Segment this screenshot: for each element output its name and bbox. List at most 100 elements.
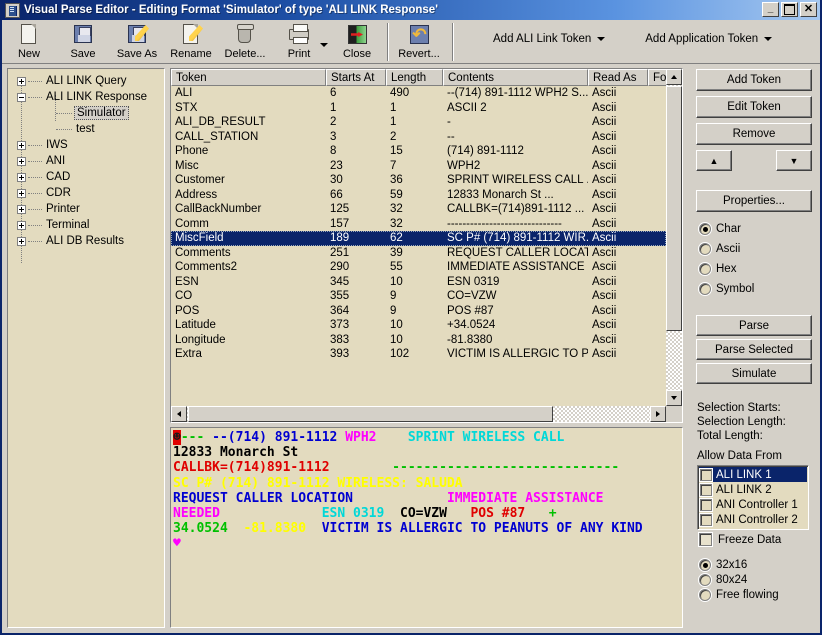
- checkbox-unchecked-icon[interactable]: [700, 468, 712, 481]
- move-up-button[interactable]: ▲: [696, 150, 732, 171]
- table-row[interactable]: Extra 393 102 VICTIM IS ALLERGIC TO P... Asc…: [171, 347, 666, 362]
- table-row[interactable]: CALL_STATION 3 2 -- Ascii: [171, 130, 666, 145]
- vscroll-thumb[interactable]: [666, 86, 682, 331]
- checkbox-unchecked-icon[interactable]: [700, 513, 712, 526]
- column-header-starts-at[interactable]: Starts At: [326, 69, 386, 86]
- tree-node-iws[interactable]: IWS: [8, 137, 164, 153]
- column-header-token[interactable]: Token: [171, 69, 326, 86]
- expander-plus-icon[interactable]: [17, 236, 26, 246]
- token-list-horizontal-scrollbar[interactable]: [171, 406, 666, 422]
- remove-button[interactable]: Remove: [696, 123, 812, 145]
- expander-plus-icon[interactable]: [17, 156, 26, 166]
- expander-plus-icon[interactable]: [17, 204, 26, 214]
- add-ali-link-token-menu[interactable]: Add ALI Link Token: [485, 28, 613, 50]
- radio-free-flowing[interactable]: Free flowing: [699, 589, 779, 601]
- expander-plus-icon[interactable]: [17, 76, 26, 86]
- table-row[interactable]: CallBackNumber 125 32 CALLBK=(714)891-1112 …: [171, 202, 666, 217]
- parse-button[interactable]: Parse: [696, 315, 812, 336]
- radio-32x16[interactable]: 32x16: [699, 559, 747, 571]
- minimize-button[interactable]: _: [762, 2, 779, 17]
- maximize-button[interactable]: [781, 2, 798, 17]
- table-row[interactable]: Longitude 383 10 -81.8380 Ascii: [171, 333, 666, 348]
- tree-node-printer[interactable]: Printer: [8, 201, 164, 217]
- table-row[interactable]: Address 66 59 12833 Monarch St ... Ascii: [171, 188, 666, 203]
- toolbar-rename-button[interactable]: Rename: [164, 22, 218, 64]
- token-list-rows[interactable]: ALI 6 490 --(714) 891-1112 WPH2 S... Ascii ST…: [171, 86, 666, 406]
- tree-node-terminal[interactable]: Terminal: [8, 217, 164, 233]
- tree-node-ali-link-response[interactable]: ALI LINK Response: [8, 89, 164, 105]
- radio-80x24[interactable]: 80x24: [699, 574, 747, 586]
- radio-symbol[interactable]: Symbol: [699, 283, 754, 295]
- expander-plus-icon[interactable]: [17, 172, 26, 182]
- properties-button[interactable]: Properties...: [696, 190, 812, 212]
- allow-data-item-ali-link-1[interactable]: ALI LINK 1: [699, 467, 807, 482]
- radio-hex[interactable]: Hex: [699, 263, 736, 275]
- tree-node-simulator[interactable]: Simulator: [8, 105, 164, 121]
- edit-token-button[interactable]: Edit Token: [696, 96, 812, 118]
- scroll-up-button[interactable]: [666, 69, 682, 85]
- move-down-button[interactable]: ▼: [776, 150, 812, 171]
- table-row[interactable]: Comm 157 32 ------------------------------ A…: [171, 217, 666, 232]
- scroll-left-button[interactable]: [171, 406, 187, 422]
- table-row[interactable]: CO 355 9 CO=VZW Ascii: [171, 289, 666, 304]
- cell-starts-at: 66: [330, 188, 343, 201]
- radio-char[interactable]: Char: [699, 223, 741, 235]
- toolbar-revert-button[interactable]: Revert...: [392, 22, 446, 64]
- table-row[interactable]: Misc 23 7 WPH2 Ascii: [171, 159, 666, 174]
- table-row[interactable]: ALI 6 490 --(714) 891-1112 WPH2 S... Ascii: [171, 86, 666, 101]
- tree-node-ali-link-query[interactable]: ALI LINK Query: [8, 73, 164, 89]
- hscroll-thumb[interactable]: [188, 406, 553, 422]
- table-row[interactable]: MiscField 189 62 SC P# (714) 891-1112 WIR..…: [171, 231, 666, 246]
- column-header-label: Starts At: [331, 72, 375, 84]
- print-dropdown-caret-icon[interactable]: [320, 42, 328, 47]
- tree-node-ani[interactable]: ANI: [8, 153, 164, 169]
- column-header-length[interactable]: Length: [386, 69, 443, 86]
- radio-ascii[interactable]: Ascii: [699, 243, 740, 255]
- tree-node-ali-db-results[interactable]: ALI DB Results: [8, 233, 164, 249]
- allow-data-from-list[interactable]: ALI LINK 1 ALI LINK 2 ANI Controller 1 A…: [697, 465, 809, 530]
- allow-data-item-ali-link-2[interactable]: ALI LINK 2: [699, 482, 807, 497]
- table-row[interactable]: Latitude 373 10 +34.0524 Ascii: [171, 318, 666, 333]
- scroll-down-button[interactable]: [666, 390, 682, 406]
- table-row[interactable]: Comments 251 39 REQUEST CALLER LOCAT... Asci…: [171, 246, 666, 261]
- table-row[interactable]: Phone 8 15 (714) 891-1112 Ascii: [171, 144, 666, 159]
- expander-plus-icon[interactable]: [17, 220, 26, 230]
- close-button[interactable]: ✕: [800, 2, 817, 17]
- allow-data-item-ani-controller-1[interactable]: ANI Controller 1: [699, 497, 807, 512]
- add-application-token-menu[interactable]: Add Application Token: [637, 28, 780, 50]
- allow-data-item-ani-controller-2[interactable]: ANI Controller 2: [699, 512, 807, 527]
- token-list-vertical-scrollbar[interactable]: [666, 69, 682, 406]
- toolbar-save-as-button[interactable]: Save As: [110, 22, 164, 64]
- tree-node-cad[interactable]: CAD: [8, 169, 164, 185]
- format-tree[interactable]: ALI LINK Query ALI LINK Response Simulat…: [7, 68, 165, 628]
- freeze-data-checkbox[interactable]: Freeze Data: [699, 533, 781, 546]
- toolbar-save-button[interactable]: Save: [56, 22, 110, 64]
- add-token-button[interactable]: Add Token: [696, 69, 812, 91]
- table-row[interactable]: ESN 345 10 ESN 0319 Ascii: [171, 275, 666, 290]
- toolbar-print-button[interactable]: Print: [272, 22, 326, 64]
- checkbox-unchecked-icon[interactable]: [700, 483, 712, 496]
- table-row[interactable]: Customer 30 36 SPRINT WIRELESS CALL ... Asci…: [171, 173, 666, 188]
- column-header-contents[interactable]: Contents: [443, 69, 588, 86]
- expander-plus-icon[interactable]: [17, 188, 26, 198]
- expander-minus-icon[interactable]: [17, 92, 26, 102]
- table-row[interactable]: STX 1 1 ASCII 2 Ascii: [171, 101, 666, 116]
- simulate-button[interactable]: Simulate: [696, 363, 812, 384]
- toolbar-close-button[interactable]: Close: [330, 22, 384, 64]
- checkbox-unchecked-icon[interactable]: [700, 498, 712, 511]
- tree-node-cdr[interactable]: CDR: [8, 185, 164, 201]
- table-row[interactable]: ALI_DB_RESULT 2 1 - Ascii: [171, 115, 666, 130]
- column-header-read-as[interactable]: Read As: [588, 69, 648, 86]
- token-list-view[interactable]: TokenStarts AtLengthContentsRead AsForm …: [170, 68, 683, 423]
- toolbar-delete-button[interactable]: Delete...: [218, 22, 272, 64]
- checkbox-unchecked-icon[interactable]: [699, 533, 712, 546]
- table-row[interactable]: POS 364 9 POS #87 Ascii: [171, 304, 666, 319]
- parse-selected-button[interactable]: Parse Selected: [696, 339, 812, 360]
- toolbar-new-button[interactable]: New: [2, 22, 56, 64]
- expander-plus-icon[interactable]: [17, 140, 26, 150]
- tree-node-test[interactable]: test: [8, 121, 164, 137]
- parsed-data-preview[interactable]: ☻--- --(714) 891-1112 WPH2 SPRINT WIRELE…: [170, 427, 683, 628]
- table-row[interactable]: Comments2 290 55 IMMEDIATE ASSISTANCE ... As…: [171, 260, 666, 275]
- preview-segment: SPRINT WIRELESS CALL: [407, 430, 565, 445]
- scroll-right-button[interactable]: [650, 406, 666, 422]
